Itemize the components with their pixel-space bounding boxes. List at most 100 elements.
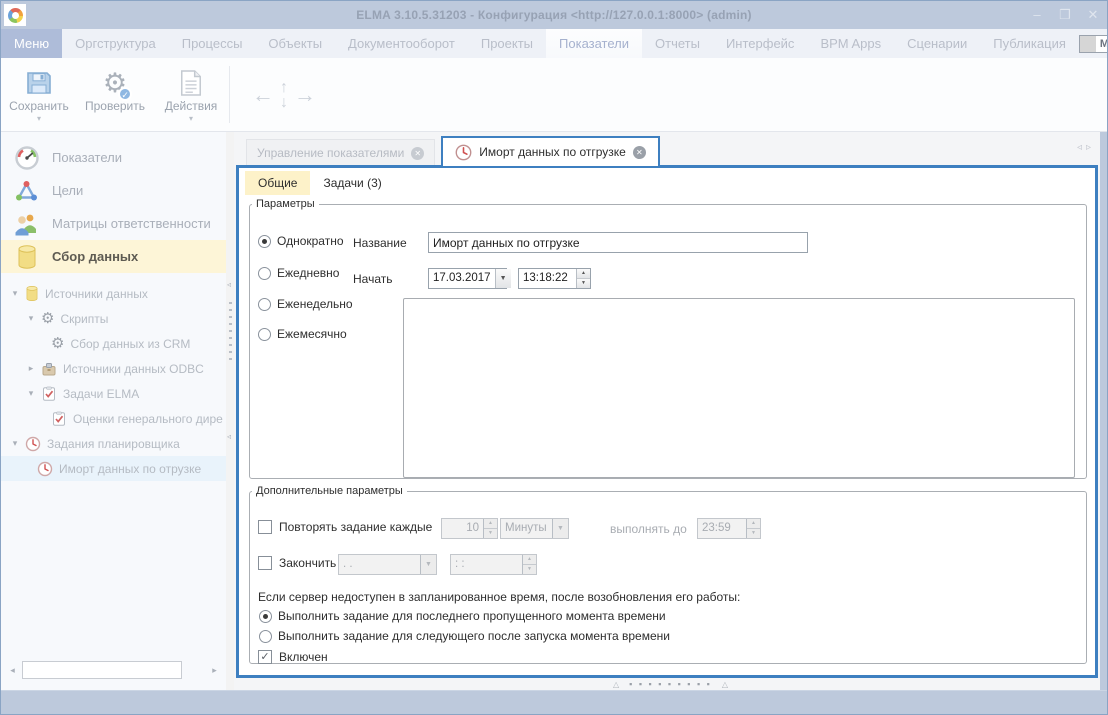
- radio-icon[interactable]: [259, 610, 272, 623]
- collapse-up-icon[interactable]: △: [722, 680, 728, 689]
- time-spin-buttons[interactable]: ▲▼: [576, 269, 590, 288]
- radio-weekly[interactable]: Еженедельно: [258, 297, 353, 311]
- nav-left-icon[interactable]: ←: [246, 82, 280, 108]
- menu-item-publication[interactable]: Публикация: [980, 29, 1079, 58]
- tab-close-icon[interactable]: ✕: [411, 147, 424, 160]
- expander-icon[interactable]: ▸: [25, 363, 37, 374]
- verify-label: Проверить: [85, 99, 145, 113]
- task-clipboard-icon: [41, 386, 57, 402]
- sidebar-item-responsibility-matrices[interactable]: Матрицы ответственности: [1, 207, 226, 240]
- menu-item-indicators[interactable]: Показатели: [546, 29, 642, 58]
- menu-item-scenarios[interactable]: Сценарии: [894, 29, 980, 58]
- splitter-handle[interactable]: [229, 302, 232, 362]
- tree-item-label: Задания планировщика: [47, 437, 180, 451]
- menu-item-orgstructure[interactable]: Оргструктура: [62, 29, 169, 58]
- tab-tasks[interactable]: Задачи (3): [310, 171, 394, 195]
- nav-up-icon[interactable]: ↑: [280, 80, 288, 95]
- enabled-checkbox[interactable]: ✓ Включен: [258, 650, 328, 664]
- max-toggle[interactable]: MAX: [1079, 35, 1108, 53]
- tree-item-ceo-evaluations[interactable]: Оценки генерального дире: [1, 406, 226, 431]
- tree-item-crm-collection[interactable]: ⚙ Сбор данных из CRM: [1, 331, 226, 356]
- tab-shipment-import[interactable]: Иморт данных по отгрузке ✕: [441, 136, 660, 166]
- repeat-unit-select: Минуты ▼: [500, 518, 569, 539]
- sidebar-horizontal-scrollbar[interactable]: ◂ ▸: [5, 660, 222, 680]
- collapse-up-icon[interactable]: △: [613, 680, 619, 689]
- tree-item-elma-tasks[interactable]: ▾ Задачи ELMA: [1, 381, 226, 406]
- checkbox-icon[interactable]: [258, 556, 272, 570]
- scroll-right-icon[interactable]: ▸: [207, 660, 222, 680]
- bottom-splitter[interactable]: △ ▪ ▪ ▪ ▪ ▪ ▪ ▪ ▪ ▪ △: [234, 678, 1107, 690]
- start-date-picker[interactable]: 17.03.2017 ▼: [428, 268, 507, 289]
- tree-item-odbc-sources[interactable]: ▸ Источники данных ODBC: [1, 356, 226, 381]
- radio-icon[interactable]: [259, 630, 272, 643]
- scroll-left-icon[interactable]: ◂: [5, 660, 20, 680]
- save-button[interactable]: Сохранить ▾: [1, 58, 77, 131]
- document-tabstrip: Управление показателями ✕ Иморт данных п…: [238, 136, 1083, 166]
- splitter-handle[interactable]: ▪ ▪ ▪ ▪ ▪ ▪ ▪ ▪ ▪: [629, 679, 712, 689]
- radio-run-next[interactable]: Выполнить задание для следующего после з…: [259, 629, 670, 643]
- radio-once[interactable]: Однократно: [258, 234, 344, 248]
- collapse-left-icon[interactable]: ◃: [227, 432, 231, 441]
- nav-right-icon[interactable]: →: [288, 82, 322, 108]
- sidebar-item-indicators[interactable]: Показатели: [1, 141, 226, 174]
- description-box[interactable]: [403, 298, 1075, 478]
- menu-item-bpm-apps[interactable]: BPM Apps: [807, 29, 894, 58]
- document-panel: Общие Задачи (3) Параметры Однократно Еж…: [236, 165, 1098, 678]
- menu-item-reports[interactable]: Отчеты: [642, 29, 713, 58]
- spin-up-icon[interactable]: ▲: [577, 269, 590, 279]
- navigation-arrows: ← ↑ ↓ →: [230, 58, 338, 131]
- menu-item-projects[interactable]: Проекты: [468, 29, 546, 58]
- radio-icon[interactable]: [258, 298, 271, 311]
- radio-icon[interactable]: [258, 235, 271, 248]
- expander-icon[interactable]: ▾: [9, 438, 21, 449]
- tab-general[interactable]: Общие: [245, 171, 310, 195]
- tree-item-data-sources[interactable]: ▾ Источники данных: [1, 281, 226, 306]
- scrollbar-thumb[interactable]: [22, 661, 182, 679]
- clock-icon: [25, 436, 41, 452]
- expander-icon[interactable]: ▾: [25, 388, 37, 399]
- tree-item-scripts[interactable]: ▾ ⚙ Скрипты: [1, 306, 226, 331]
- expander-icon[interactable]: ▾: [25, 313, 37, 324]
- name-label: Название: [353, 236, 407, 250]
- gauge-icon: [13, 145, 40, 171]
- close-button[interactable]: ✕: [1079, 2, 1107, 28]
- radio-icon[interactable]: [258, 267, 271, 280]
- verify-button[interactable]: ⚙✓ Проверить: [77, 58, 153, 131]
- clock-icon: [455, 144, 472, 161]
- start-time-spinner[interactable]: 13:18:22 ▲▼: [518, 268, 591, 289]
- menu-item-docflow[interactable]: Документооборот: [335, 29, 468, 58]
- scrollbar-track[interactable]: [20, 661, 207, 679]
- tab-indicator-management[interactable]: Управление показателями ✕: [246, 139, 435, 166]
- name-input[interactable]: [428, 232, 808, 253]
- nav-down-icon[interactable]: ↓: [280, 95, 288, 110]
- tab-scroll-arrows[interactable]: ◃▹: [1077, 142, 1095, 153]
- sidebar-splitter[interactable]: ◃ ◃: [226, 132, 234, 690]
- radio-run-last-missed[interactable]: Выполнить задание для последнего пропуще…: [259, 609, 666, 623]
- menu-button[interactable]: Меню: [1, 29, 62, 58]
- checkbox-icon[interactable]: ✓: [258, 650, 272, 664]
- parameters-group-title: Параметры: [252, 198, 319, 210]
- actions-button[interactable]: Действия ▾: [153, 58, 229, 131]
- radio-monthly[interactable]: Ежемесячно: [258, 327, 347, 341]
- maximize-button[interactable]: ❒: [1051, 2, 1079, 28]
- menu-item-objects[interactable]: Объекты: [255, 29, 335, 58]
- save-dropdown-caret-icon[interactable]: ▾: [37, 114, 41, 123]
- sidebar-item-data-collection[interactable]: Сбор данных: [1, 240, 226, 273]
- tree-item-scheduler-jobs[interactable]: ▾ Задания планировщика: [1, 431, 226, 456]
- radio-icon[interactable]: [258, 328, 271, 341]
- tree-item-shipment-import[interactable]: Иморт данных по отрузке: [1, 456, 226, 481]
- menu-item-processes[interactable]: Процессы: [169, 29, 256, 58]
- repeat-checkbox[interactable]: Повторять задание каждые: [258, 520, 432, 534]
- sidebar-item-goals[interactable]: Цели: [1, 174, 226, 207]
- finish-checkbox[interactable]: Закончить: [258, 556, 336, 570]
- minimize-button[interactable]: –: [1023, 2, 1051, 28]
- actions-dropdown-caret-icon[interactable]: ▾: [189, 114, 193, 123]
- radio-daily[interactable]: Ежедневно: [258, 266, 339, 280]
- checkbox-icon[interactable]: [258, 520, 272, 534]
- menu-item-interface[interactable]: Интерфейс: [713, 29, 807, 58]
- tab-close-icon[interactable]: ✕: [633, 146, 646, 159]
- calendar-dropdown-icon[interactable]: ▼: [495, 269, 511, 288]
- expander-icon[interactable]: ▾: [9, 288, 21, 299]
- spin-down-icon[interactable]: ▼: [577, 279, 590, 288]
- collapse-left-icon[interactable]: ◃: [227, 280, 231, 289]
